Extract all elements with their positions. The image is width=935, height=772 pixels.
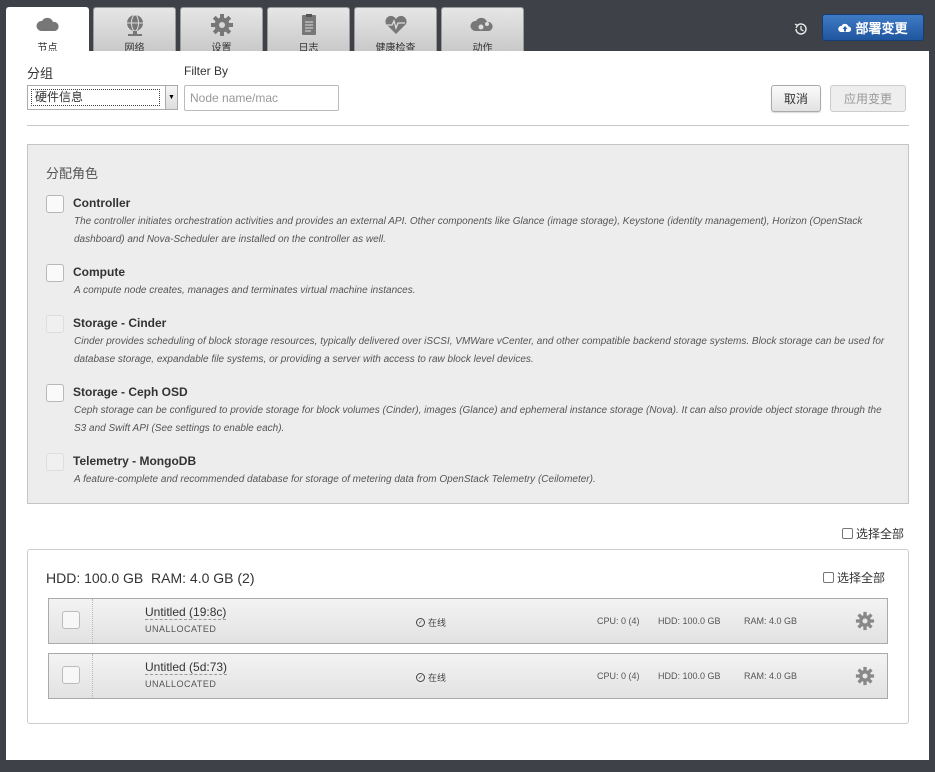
group-by-label: 分组: [27, 66, 54, 81]
node-group: HDD: 100.0 GB RAM: 4.0 GB (2) 选择全部 Untit…: [27, 549, 909, 724]
role-name: Storage - Cinder: [73, 316, 167, 330]
node-status: UNALLOCATED: [145, 679, 217, 689]
select-all-label: 选择全部: [837, 571, 886, 585]
nodes-panel: 分组 Filter By 硬件信息 ▼ 取消 应用变更 分配角色 Control…: [6, 51, 929, 760]
cancel-button[interactable]: 取消: [771, 85, 821, 112]
select-all-checkbox[interactable]: 选择全部: [842, 525, 904, 542]
cloud-icon: [35, 17, 59, 31]
node-cpu: CPU: 0 (4): [597, 671, 640, 681]
chevron-down-icon[interactable]: ▼: [165, 86, 177, 109]
deploy-changes-button[interactable]: 部署变更: [822, 14, 924, 41]
select-all-label: 选择全部: [856, 527, 905, 541]
cloud-gears-icon: [469, 17, 493, 31]
check-circle-icon: ✓: [416, 673, 425, 682]
role-checkbox[interactable]: [46, 195, 64, 213]
checkbox[interactable]: [842, 528, 853, 539]
network-globe-icon: [126, 14, 143, 36]
heartbeat-icon: [384, 15, 407, 34]
role-checkbox[interactable]: [46, 264, 64, 282]
node-ram: RAM: 4.0 GB: [744, 616, 798, 626]
node-status: UNALLOCATED: [145, 624, 217, 634]
node-ram: RAM: 4.0 GB: [744, 671, 798, 681]
online-status: ✓ 在线: [416, 671, 446, 684]
node-checkbox[interactable]: [62, 666, 80, 684]
tab-healthcheck[interactable]: 健康检查: [354, 7, 437, 54]
node-hdd: HDD: 100.0 GB: [658, 671, 721, 681]
checkbox[interactable]: [823, 572, 834, 583]
tab-network[interactable]: 网络: [93, 7, 176, 54]
role-name: Telemetry - MongoDB: [73, 454, 197, 468]
cloud-upload-icon: [838, 23, 852, 32]
roles-title: 分配角色: [46, 166, 99, 181]
role-description: Cinder provides scheduling of block stor…: [74, 336, 885, 365]
deploy-label: 部署变更: [855, 21, 908, 36]
gear-icon: [210, 14, 233, 36]
select-all-group-checkbox[interactable]: 选择全部: [823, 569, 885, 586]
apply-changes-button[interactable]: 应用变更: [830, 85, 906, 112]
node-name[interactable]: Untitled (19:8c): [145, 605, 227, 620]
check-circle-icon: ✓: [416, 618, 425, 627]
tab-logs[interactable]: 日志: [267, 7, 350, 54]
node-hdd: HDD: 100.0 GB: [658, 616, 721, 626]
role-description: A compute node creates, manages and term…: [74, 285, 416, 296]
node-name[interactable]: Untitled (5d:73): [145, 660, 228, 675]
role-checkbox: [46, 315, 64, 333]
filter-by-label: Filter By: [184, 64, 229, 78]
divider: [92, 599, 93, 643]
node-cpu: CPU: 0 (4): [597, 616, 640, 626]
role-checkbox: [46, 453, 64, 471]
online-label: 在线: [428, 618, 447, 628]
role-name: Compute: [73, 265, 125, 279]
gear-icon[interactable]: [855, 611, 875, 631]
gear-icon[interactable]: [855, 666, 875, 686]
role-description: The controller initiates orchestration a…: [74, 216, 863, 245]
history-icon[interactable]: [793, 21, 809, 37]
node-group-summary: HDD: 100.0 GB RAM: 4.0 GB (2): [46, 570, 255, 586]
online-label: 在线: [428, 673, 447, 683]
tab-actions[interactable]: 动作: [441, 7, 524, 54]
role-assignment-panel: 分配角色 Controller The controller initiates…: [27, 144, 909, 504]
role-name: Storage - Ceph OSD: [73, 385, 188, 399]
node-row[interactable]: Untitled (5d:73) UNALLOCATED ✓ 在线 CPU: 0 …: [48, 653, 888, 699]
group-by-value: 硬件信息: [31, 89, 160, 106]
role-description: A feature-complete and recommended datab…: [74, 474, 596, 485]
tab-nodes[interactable]: 节点: [6, 7, 89, 54]
node-row[interactable]: Untitled (19:8c) UNALLOCATED ✓ 在线 CPU: 0 …: [48, 598, 888, 644]
divider: [92, 654, 93, 698]
clipboard-icon: [301, 14, 316, 35]
node-checkbox[interactable]: [62, 611, 80, 629]
node-filter-input[interactable]: [184, 85, 339, 111]
role-description: Ceph storage can be configured to provid…: [74, 405, 882, 434]
group-by-select[interactable]: 硬件信息 ▼: [27, 85, 178, 110]
role-name: Controller: [73, 196, 131, 210]
role-checkbox[interactable]: [46, 384, 64, 402]
divider: [27, 125, 909, 126]
tab-settings[interactable]: 设置: [180, 7, 263, 54]
online-status: ✓ 在线: [416, 616, 446, 629]
